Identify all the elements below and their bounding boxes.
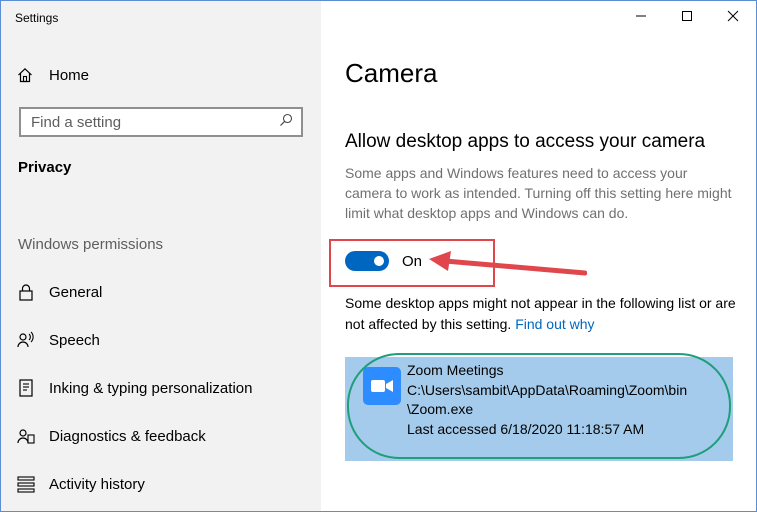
sidebar-item-diagnostics[interactable]: Diagnostics & feedback (17, 424, 206, 448)
sidebar-item-label: Diagnostics & feedback (49, 427, 206, 445)
sidebar-item-label: Activity history (49, 475, 145, 493)
lock-icon (17, 283, 35, 301)
section-heading: Allow desktop apps to access your camera (345, 131, 706, 152)
main-content: Camera Allow desktop apps to access your… (329, 1, 756, 511)
settings-window: Settings Home Privacy Windows permission… (0, 0, 757, 512)
section-title-privacy: Privacy (18, 159, 72, 176)
toggle-state-label: On (402, 253, 423, 270)
search-icon[interactable] (279, 113, 293, 132)
activity-history-icon (17, 475, 35, 493)
toggle-knob (374, 256, 384, 266)
annotation-arrow-icon (429, 251, 587, 276)
sidebar-item-label: Speech (49, 331, 100, 349)
find-out-why-link[interactable]: Find out why (515, 316, 594, 332)
page-title: Camera (345, 58, 438, 88)
sidebar-item-activity-history[interactable]: Activity history (17, 472, 145, 496)
annotation-ellipse (347, 353, 731, 459)
home-icon (17, 67, 33, 83)
inking-icon (17, 379, 35, 397)
sidebar-item-label: Inking & typing personalization (49, 379, 253, 397)
speech-icon (17, 331, 35, 349)
window-title: Settings (15, 11, 59, 25)
sidebar-item-general[interactable]: General (17, 280, 102, 304)
sidebar-item-label: General (49, 283, 103, 301)
apps-note: Some desktop apps might not appear in th… (345, 293, 745, 335)
section-description: Some apps and Windows features need to a… (345, 165, 732, 221)
diagnostics-icon (17, 427, 35, 445)
nav-home-label: Home (49, 66, 90, 84)
sidebar-item-speech[interactable]: Speech (17, 328, 100, 352)
sidebar-item-inking-typing[interactable]: Inking & typing personalization (17, 376, 252, 400)
sidebar: Settings Home Privacy Windows permission… (1, 1, 321, 511)
group-label-windows-permissions: Windows permissions (18, 236, 164, 253)
camera-access-toggle[interactable] (345, 251, 389, 271)
nav-home[interactable]: Home (17, 64, 89, 86)
search-input[interactable] (31, 113, 271, 131)
search-box[interactable] (19, 107, 303, 137)
